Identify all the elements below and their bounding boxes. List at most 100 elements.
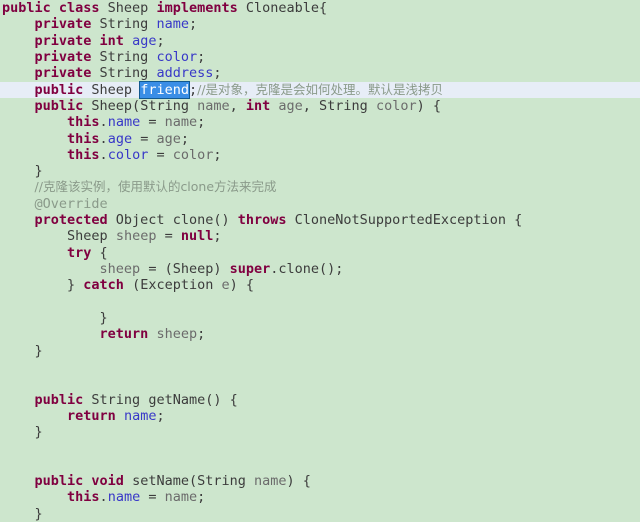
code-line[interactable]: private String color; xyxy=(0,49,640,65)
keyword-token: this xyxy=(67,114,100,131)
comment-token: //是对象，克隆是会如何处理。默认是浅拷贝 xyxy=(197,81,444,97)
keyword-token: public xyxy=(34,391,92,408)
code-token: ; xyxy=(188,81,198,98)
code-line[interactable]: sheep = (Sheep) super.clone(); xyxy=(0,261,640,277)
code-line[interactable]: private int age; xyxy=(0,33,640,49)
code-line-content: private int age; xyxy=(2,33,165,49)
code-line-content: public void setName(String name) { xyxy=(2,473,311,489)
code-line[interactable]: } xyxy=(0,424,640,440)
code-token: } xyxy=(34,342,43,359)
keyword-token: throws xyxy=(237,212,295,229)
code-line[interactable]: return name; xyxy=(0,408,640,424)
code-line[interactable]: } catch (Exception e) { xyxy=(0,277,640,293)
code-line[interactable]: this.age = age; xyxy=(0,131,640,147)
code-line-content: try { xyxy=(2,245,108,261)
keyword-token: private xyxy=(34,16,100,33)
code-token: sheep xyxy=(99,261,141,277)
code-line-content: this.name = name; xyxy=(2,489,205,505)
code-token: = xyxy=(148,146,173,163)
code-line-content: this.color = color; xyxy=(2,146,221,163)
code-token: name xyxy=(197,97,230,114)
code-line-content: } xyxy=(2,310,108,326)
code-line-content: this.name = name; xyxy=(2,114,205,130)
code-token: setName(String xyxy=(132,473,254,490)
code-line[interactable]: private String address; xyxy=(0,65,640,81)
keyword-token: public void xyxy=(34,473,133,490)
code-token: CloneNotSupportedException { xyxy=(294,212,523,229)
keyword-token: implements xyxy=(156,0,246,16)
code-token: ; xyxy=(213,65,222,82)
code-token: } xyxy=(34,163,43,180)
code-token: = xyxy=(132,130,157,147)
code-line[interactable]: @Override xyxy=(0,196,640,212)
code-line-current[interactable]: public Sheep friend;//是对象，克隆是会如何处理。默认是浅拷… xyxy=(0,80,640,99)
code-token: } xyxy=(99,309,108,326)
keyword-token: private int xyxy=(34,32,133,49)
code-line[interactable]: return sheep; xyxy=(0,326,640,342)
code-line[interactable]: Sheep sheep = null; xyxy=(0,228,640,244)
code-line[interactable] xyxy=(0,294,640,310)
code-line[interactable]: this.name = name; xyxy=(0,489,640,505)
code-token: ; xyxy=(156,32,165,49)
source-code-area[interactable]: public class Sheep implements Cloneable{… xyxy=(0,0,640,522)
code-line[interactable]: public class Sheep implements Cloneable{ xyxy=(0,0,640,16)
code-line[interactable] xyxy=(0,457,640,473)
code-line-content: private String address; xyxy=(2,65,222,81)
code-line[interactable]: this.color = color; xyxy=(0,147,640,163)
code-line[interactable] xyxy=(0,359,640,375)
code-token: ) { xyxy=(229,277,255,294)
field-token: address xyxy=(156,65,214,82)
code-line[interactable]: public Sheep(String name, int age, Strin… xyxy=(0,98,640,114)
code-line-content: private String name; xyxy=(2,16,198,33)
code-token: = xyxy=(156,228,181,245)
code-token: = xyxy=(140,489,165,506)
code-line[interactable]: //克隆该实例，使用默认的clone方法来完成 xyxy=(0,179,640,195)
code-token: String xyxy=(99,16,157,33)
code-line[interactable]: public void setName(String name) { xyxy=(0,473,640,489)
field-token: name xyxy=(156,16,189,33)
keyword-token: null xyxy=(180,228,214,245)
code-token: = (Sheep) xyxy=(140,261,230,277)
code-line[interactable]: } xyxy=(0,310,640,326)
code-line[interactable]: } xyxy=(0,506,640,522)
code-token: Sheep xyxy=(67,228,116,245)
keyword-token: return xyxy=(99,326,157,343)
code-token: String getName() { xyxy=(91,391,238,408)
code-line-content: public Sheep(String name, int age, Strin… xyxy=(2,98,441,114)
code-token: ) { xyxy=(286,473,311,490)
code-editor-surface[interactable]: public class Sheep implements Cloneable{… xyxy=(0,0,640,522)
field-token: name xyxy=(107,114,141,131)
code-line-content: private String color; xyxy=(2,49,206,65)
field-token: name xyxy=(123,407,157,424)
code-line[interactable]: try { xyxy=(0,245,640,261)
code-line[interactable]: this.name = name; xyxy=(0,114,640,130)
code-line[interactable]: protected Object clone() throws CloneNot… xyxy=(0,212,640,228)
selected-token[interactable]: friend xyxy=(139,80,190,99)
code-token: name xyxy=(164,114,198,131)
code-line-content: Sheep sheep = null; xyxy=(2,228,221,245)
code-line[interactable]: } xyxy=(0,163,640,179)
keyword-token: public xyxy=(34,97,92,114)
code-line[interactable]: } xyxy=(0,343,640,359)
code-line[interactable]: public String getName() { xyxy=(0,392,640,408)
keyword-token: protected xyxy=(34,212,116,229)
comment-token: //克隆该实例，使用默认的clone方法来完成 xyxy=(34,179,277,195)
code-line-content: public String getName() { xyxy=(2,392,238,408)
code-line[interactable] xyxy=(0,375,640,391)
code-line[interactable]: private String name; xyxy=(0,16,640,32)
code-token: . xyxy=(99,489,108,506)
code-line[interactable] xyxy=(0,440,640,456)
